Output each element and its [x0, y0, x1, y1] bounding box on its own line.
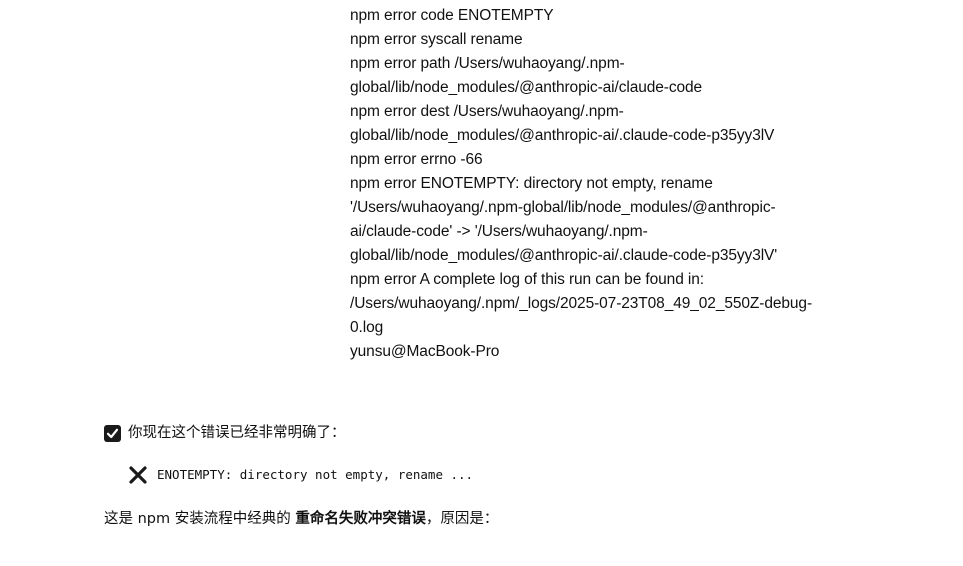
cross-icon [127, 464, 149, 486]
log-line: npm error dest /Users/wuhaoyang/.npm- [350, 103, 624, 120]
log-line: '/Users/wuhaoyang/.npm-global/lib/node_m… [350, 199, 776, 216]
log-line: npm error syscall rename [350, 31, 523, 48]
summary-text: 你现在这个错误已经非常明确了： [128, 425, 346, 441]
log-line: global/lib/node_modules/@anthropic-ai/cl… [350, 79, 703, 96]
log-line: npm error errno -66 [350, 151, 483, 168]
error-code-text: ENOTEMPTY: directory not empty, rename .… [157, 467, 474, 482]
log-line: npm error code ENOTEMPTY [350, 7, 554, 24]
error-item: ENOTEMPTY: directory not empty, rename .… [127, 463, 473, 487]
log-line: /Users/wuhaoyang/.npm/_logs/2025-07-23T0… [350, 295, 812, 312]
log-line: yunsu@MacBook-Pro [350, 343, 500, 360]
log-line: npm error path /Users/wuhaoyang/.npm- [350, 55, 625, 72]
log-line: ai/claude-code' -> '/Users/wuhaoyang/.np… [350, 223, 648, 240]
log-line: npm error A complete log of this run can… [350, 271, 704, 288]
log-line: global/lib/node_modules/@anthropic-ai/.c… [350, 127, 775, 144]
terminal-log: npm error code ENOTEMPTY npm error sysca… [350, 4, 910, 364]
log-line: npm error ENOTEMPTY: directory not empty… [350, 175, 713, 192]
explanation-prefix: 这是 npm 安装流程中经典的 [104, 511, 296, 527]
log-line: 0.log [350, 319, 384, 336]
explanation-bold: 重命名失败冲突错误 [295, 511, 426, 527]
check-box-icon [104, 424, 121, 442]
explanation-text: 这是 npm 安装流程中经典的 重命名失败冲突错误，原因是： [104, 507, 498, 531]
explanation-suffix: ，原因是： [425, 511, 499, 527]
log-line: global/lib/node_modules/@anthropic-ai/.c… [350, 247, 778, 264]
summary-line: 你现在这个错误已经非常明确了： [104, 421, 346, 445]
